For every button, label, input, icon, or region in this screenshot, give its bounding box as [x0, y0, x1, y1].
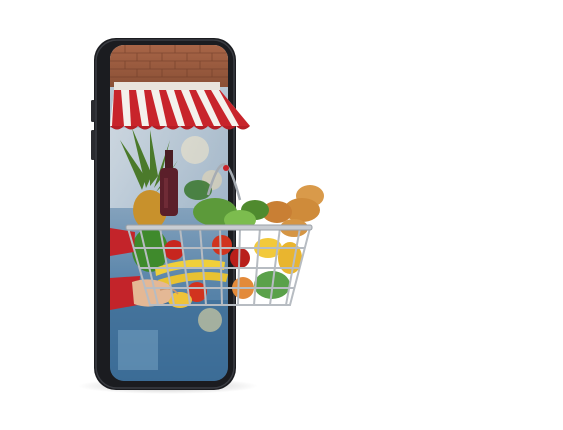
scene: [0, 0, 563, 430]
brick-wall: [110, 45, 228, 87]
grocery-phone-illustration: [78, 38, 324, 394]
side-button-icon: [91, 100, 95, 122]
side-button-icon: [91, 130, 95, 160]
